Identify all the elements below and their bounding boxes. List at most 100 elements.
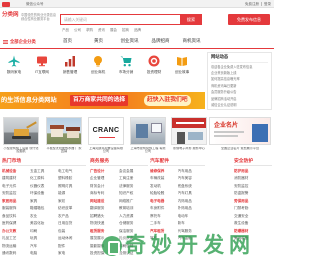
category-link[interactable]: 商标专利 [90,190,119,198]
category-link[interactable]: 投资担保 [90,250,119,258]
category-link[interactable]: 物流运输 [2,243,30,251]
wechat-link[interactable]: 微信公众号 [26,2,44,6]
search-tab[interactable]: 资讯 [98,28,105,32]
category-link[interactable]: 交通安全 [234,213,272,221]
category-link[interactable]: 塑料橡胶 [58,175,86,183]
category-link[interactable]: 防爆器材 [234,228,272,236]
category-link[interactable]: 汽车租赁 [150,228,178,236]
category-link[interactable]: 会议会展 [119,168,148,176]
search-input[interactable] [60,14,180,25]
category-link[interactable]: 服装服饰 [2,205,30,213]
right-ad[interactable]: 企业名片 全国企业名片 免费展示平台 [209,117,271,155]
category-link[interactable]: 汽车金融 [178,235,206,243]
banner-cta[interactable]: 赶快入驻我们吧 [144,95,191,106]
promo-banner[interactable]: 的生活信息分类网站 百万商家共同的选择 赶快入驻我们吧 [0,92,205,109]
category-link[interactable]: 医药保健 [2,220,30,228]
search-tab[interactable]: 求购 [86,28,93,32]
quick-link[interactable]: 创业故事 [168,53,196,79]
category-link[interactable]: 消防器材 [234,175,272,183]
search-tab[interactable]: 公司 [74,28,81,32]
category-link[interactable]: 法律服务 [119,183,148,191]
category-link[interactable]: 食品饮料 [2,213,30,221]
nav-item[interactable]: 黄页 [83,37,114,48]
quick-link[interactable]: 创业商机 [84,53,112,79]
category-link[interactable]: 建筑建材 [2,175,30,183]
product-card[interactable]: 平板型太阳能热水器 厂家直销 [46,117,82,155]
product-card[interactable]: 小型建筑施工设备 现代化挖掘机 [3,117,39,155]
category-link[interactable]: 印刷包装 [119,243,148,251]
category-link[interactable]: 运动休闲 [58,235,86,243]
category-link[interactable]: 企业管理 [90,175,119,183]
product-image[interactable] [3,117,39,145]
category-link[interactable]: 劳保用品 [234,198,272,206]
category-link[interactable]: 包装 [58,228,86,236]
section-title[interactable]: 汽车配件 [150,158,205,166]
product-image[interactable] [130,117,166,145]
category-link[interactable]: 人力资源 [119,213,148,221]
product-card[interactable]: 永信电子商务 服务中心 [171,117,207,155]
category-link[interactable]: 机械设备 [2,168,30,176]
product-caption[interactable]: 上海克朗克起重设备有限公司 [88,147,124,155]
category-link[interactable]: 安防监控 [234,183,272,191]
category-link[interactable]: 电子电器 [150,198,178,206]
category-link[interactable]: 电子元件 [2,183,30,191]
product-image[interactable] [171,117,207,145]
category-link[interactable]: 物流快递 [90,220,119,228]
category-link[interactable]: 车身附件 [150,205,178,213]
quick-link[interactable]: IT互联网 [28,53,56,79]
nav-item[interactable]: 创业资讯 [114,37,145,48]
ad-caption[interactable]: 全国企业名片 免费展示平台 [209,147,271,155]
section-title[interactable]: 热门市场 [2,158,86,166]
category-link[interactable]: 工商注册 [119,175,148,183]
category-link[interactable]: 日用百货 [58,220,86,228]
category-link[interactable]: 仓储服务 [119,220,148,228]
section-title[interactable]: 商务服务 [90,158,148,166]
product-card[interactable]: CRANC 上海克朗克起重设备有限公司 [88,117,124,155]
category-link[interactable]: 家居用品 [2,198,30,206]
category-link[interactable]: 教育培训 [119,205,148,213]
product-card[interactable]: 上海市建筑装饰工程 有限公司 [130,117,166,155]
all-categories-button[interactable]: 全部企业分类 [0,37,52,48]
category-link[interactable]: 防护用品 [234,168,272,176]
category-link[interactable]: 招聘猎头 [90,213,119,221]
product-caption[interactable]: 永信电子商务 服务中心 [171,147,207,155]
category-link[interactable]: 新车 [178,220,206,228]
product-image[interactable] [46,117,82,145]
category-link[interactable]: 玩具 [30,235,58,243]
product-image[interactable]: CRANC [88,117,124,145]
site-logo[interactable]: 分类网 [2,12,19,19]
category-link[interactable]: 鞋帽箱包 [30,205,58,213]
category-link[interactable]: 办公文教 [2,228,30,236]
category-link[interactable]: 救生设备 [234,220,272,228]
category-link[interactable]: 环保设备 [30,190,58,198]
category-link[interactable]: 电动车 [178,213,206,221]
category-link[interactable]: 礼仪庆典 [119,235,148,243]
product-caption[interactable]: 上海市建筑装饰工程 有限公司 [130,147,166,155]
category-link[interactable]: 家电 [58,250,86,258]
search-tab[interactable]: 展会 [110,28,117,32]
category-link[interactable]: 汽车 [30,243,58,251]
quick-link[interactable]: 数码家电 [0,53,28,79]
category-link[interactable]: 五金工具 [30,168,58,176]
category-link[interactable]: 翻译服务 [90,205,119,213]
category-link[interactable]: 知识产权 [119,190,148,198]
category-link[interactable]: 印刷 [30,228,58,236]
category-link[interactable]: 美容化妆 [30,220,58,228]
category-link[interactable]: 广告设计 [90,168,119,176]
category-link[interactable]: 汽车灯具 [178,190,206,198]
category-link[interactable]: 底盘系统 [178,183,206,191]
section-title[interactable]: 安全防护 [234,158,272,166]
category-link[interactable]: 电工电气 [58,168,86,176]
category-link[interactable]: 发动机 [150,183,178,191]
category-link[interactable]: 门禁考勤 [234,205,272,213]
product-caption[interactable]: 平板型太阳能热水器 厂家直销 [46,147,82,155]
publish-button[interactable]: 免费发布信息 [228,14,270,25]
news-item[interactable]: 诚信企业认证说明 [211,102,268,108]
category-link[interactable]: 安防监控 [2,190,30,198]
category-link[interactable]: 二手车 [150,220,178,228]
category-link[interactable]: 防盗报警 [234,190,272,198]
nav-item[interactable]: 首页 [52,37,83,48]
ad-image[interactable]: 企业名片 [209,117,271,145]
category-link[interactable]: 礼品工艺 [2,235,30,243]
category-link[interactable]: 家具 [30,198,58,206]
